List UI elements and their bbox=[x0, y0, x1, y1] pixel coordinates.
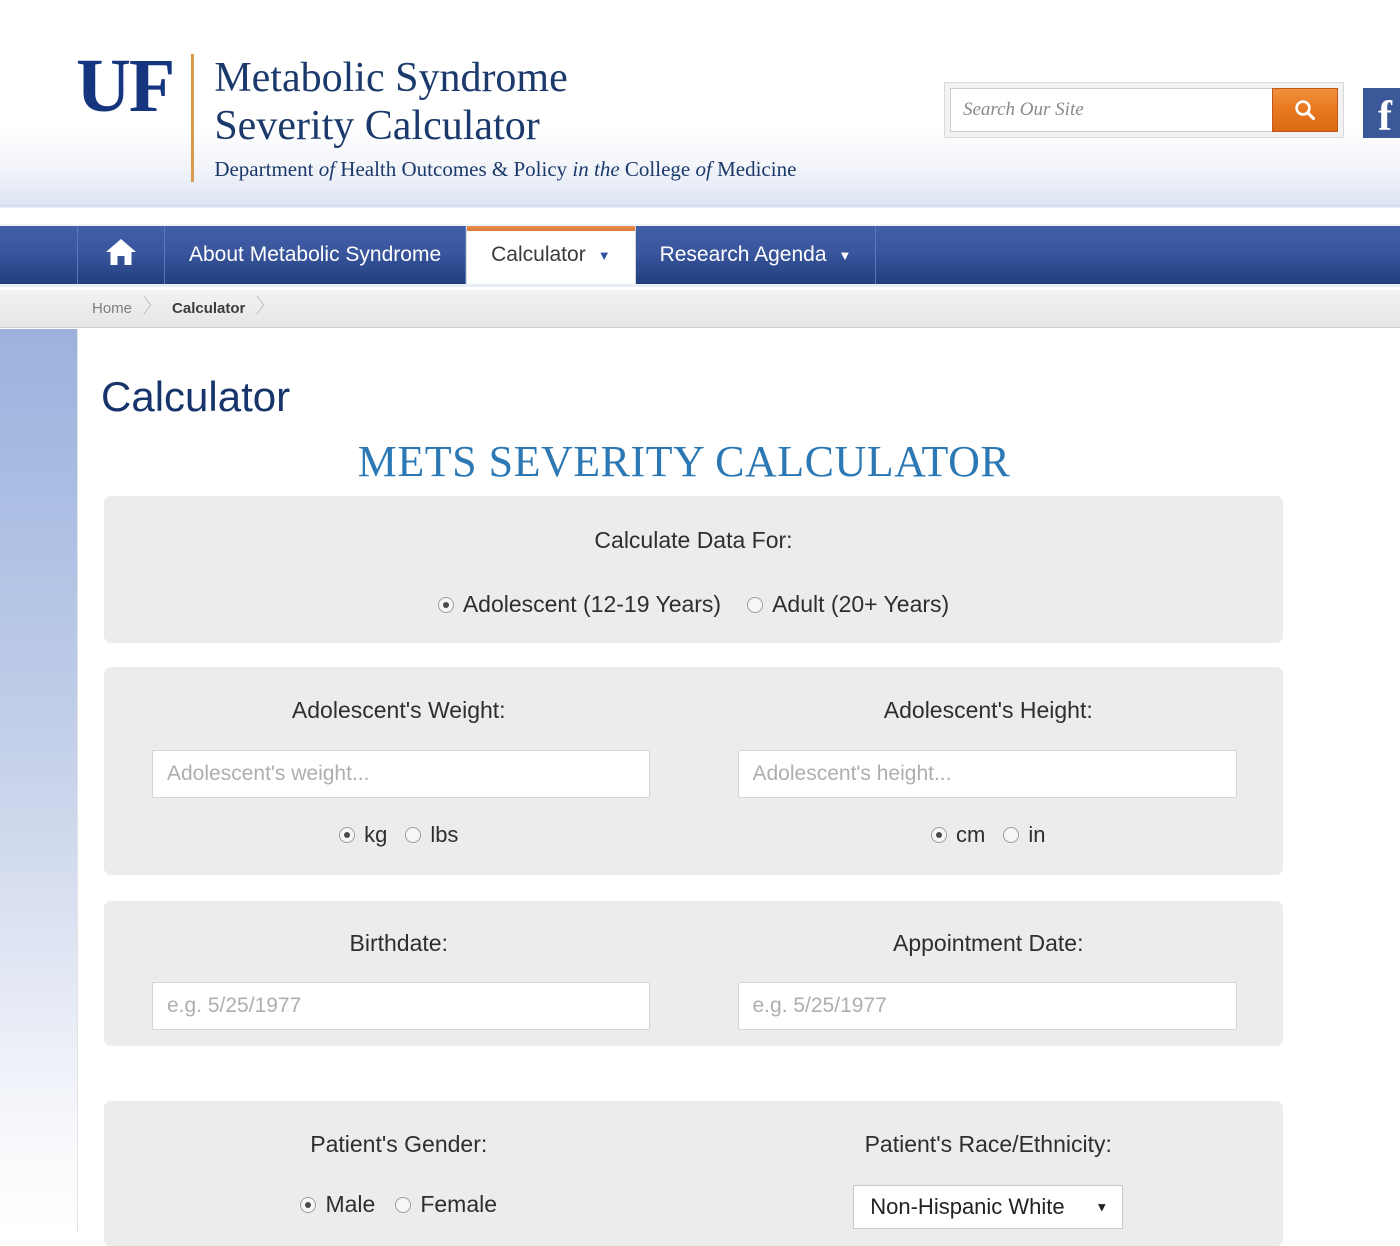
race-ethnicity-column: Patient's Race/Ethnicity: Non-Hispanic W… bbox=[694, 1101, 1284, 1229]
height-column: Adolescent's Height: cm in bbox=[694, 667, 1284, 848]
calculator-heading: METS SEVERITY CALCULATOR bbox=[357, 437, 1011, 486]
nav-label: About Metabolic Syndrome bbox=[189, 243, 442, 266]
weight-input[interactable] bbox=[152, 750, 650, 798]
nav-left-spacer bbox=[0, 226, 78, 284]
tagline-part-b: Health Outcomes & Policy bbox=[335, 157, 573, 181]
tagline-of-1: of bbox=[318, 157, 336, 181]
page-title: Calculator bbox=[101, 373, 291, 420]
radio-indicator[interactable] bbox=[437, 596, 454, 613]
radio-adult[interactable]: Adult (20+ Years) bbox=[747, 591, 949, 618]
tagline-part-a: Department bbox=[214, 157, 319, 181]
radio-indicator[interactable] bbox=[1003, 827, 1020, 843]
tagline-part-d: Medicine bbox=[711, 157, 797, 181]
main-content: Calculator METS SEVERITY CALCULATOR Calc… bbox=[79, 329, 1400, 1246]
appointment-date-input[interactable] bbox=[737, 982, 1237, 1030]
height-label: Adolescent's Height: bbox=[883, 697, 1093, 723]
radio-adolescent[interactable]: Adolescent (12-19 Years) bbox=[437, 591, 722, 618]
brand-title-block: Metabolic Syndrome Severity Calculator D… bbox=[214, 48, 796, 182]
nav-item-calculator[interactable]: Calculator ▼ bbox=[466, 226, 636, 284]
chevron-down-icon: ▼ bbox=[1095, 1199, 1109, 1215]
radio-gender-male[interactable]: Male bbox=[300, 1191, 375, 1218]
birthdate-label: Birthdate: bbox=[349, 930, 448, 956]
brand-line-2: Severity Calculator bbox=[214, 103, 540, 149]
search-button[interactable] bbox=[1272, 88, 1338, 132]
radio-label: in bbox=[1028, 822, 1046, 847]
audience-radio-group: Adolescent (12-19 Years) Adult (20+ Year… bbox=[104, 591, 1283, 618]
radio-weight-kg[interactable]: kg bbox=[339, 822, 387, 848]
brand-lockup[interactable]: UF Metabolic Syndrome Severity Calculato… bbox=[76, 48, 796, 182]
home-icon bbox=[104, 237, 138, 273]
radio-indicator[interactable] bbox=[931, 827, 948, 843]
weight-column: Adolescent's Weight: kg lbs bbox=[104, 667, 694, 848]
appointment-date-column: Appointment Date: bbox=[694, 901, 1284, 1030]
radio-indicator[interactable] bbox=[300, 1196, 317, 1213]
breadcrumb: Home Calculator bbox=[0, 290, 1400, 328]
brand-divider bbox=[191, 54, 195, 182]
gender-radio-group: Male Female bbox=[104, 1191, 694, 1218]
radio-height-cm[interactable]: cm bbox=[931, 822, 985, 848]
birthdate-column: Birthdate: bbox=[104, 901, 694, 1030]
radio-indicator[interactable] bbox=[395, 1196, 412, 1213]
nav-label: Research Agenda bbox=[659, 243, 827, 266]
breadcrumb-item-calculator[interactable]: Calculator bbox=[158, 290, 271, 328]
nav-filler bbox=[876, 226, 1400, 284]
radio-label: Female bbox=[420, 1191, 498, 1217]
site-header: UF Metabolic Syndrome Severity Calculato… bbox=[0, 0, 1400, 207]
radio-label: cm bbox=[956, 822, 986, 847]
radio-indicator[interactable] bbox=[405, 827, 422, 843]
race-ethnicity-label: Patient's Race/Ethnicity: bbox=[864, 1131, 1112, 1157]
header-divider bbox=[0, 205, 1400, 208]
radio-weight-lbs[interactable]: lbs bbox=[405, 822, 458, 848]
weight-unit-radio-group: kg lbs bbox=[104, 822, 694, 848]
gender-label: Patient's Gender: bbox=[310, 1131, 488, 1157]
facebook-glyph: f bbox=[1378, 94, 1392, 140]
height-unit-radio-group: cm in bbox=[694, 822, 1284, 848]
radio-height-in[interactable]: in bbox=[1003, 822, 1045, 848]
left-sidebar-rail bbox=[0, 329, 78, 1232]
chevron-down-icon: ▼ bbox=[838, 247, 852, 263]
site-search bbox=[944, 82, 1344, 138]
chevron-down-icon: ▼ bbox=[597, 247, 611, 263]
brand-tagline: Department of Health Outcomes & Policy i… bbox=[214, 156, 796, 182]
breadcrumb-item-home[interactable]: Home bbox=[78, 290, 158, 328]
weight-label: Adolescent's Weight: bbox=[291, 697, 506, 723]
tagline-of-2: of bbox=[695, 157, 712, 181]
tagline-in-the: in the bbox=[572, 157, 620, 181]
panel-dates: Birthdate: Appointment Date: bbox=[104, 901, 1283, 1046]
brand-line-1: Metabolic Syndrome bbox=[214, 55, 568, 101]
panel-demographics: Patient's Gender: Male Female Patient's … bbox=[104, 1101, 1283, 1246]
height-input[interactable] bbox=[737, 750, 1237, 798]
search-icon bbox=[1292, 97, 1318, 123]
facebook-icon[interactable]: f bbox=[1363, 88, 1400, 138]
panel-calculate-data-for: Calculate Data For: Adolescent (12-19 Ye… bbox=[104, 496, 1283, 643]
radio-indicator[interactable] bbox=[747, 596, 764, 613]
nav-item-home[interactable] bbox=[78, 226, 165, 284]
radio-label: kg bbox=[364, 822, 388, 847]
radio-label: Adult (20+ Years) bbox=[772, 591, 950, 617]
gender-column: Patient's Gender: Male Female bbox=[104, 1101, 694, 1229]
tagline-part-c: College bbox=[619, 157, 696, 181]
uf-logo: UF bbox=[76, 44, 175, 128]
radio-label: Male bbox=[325, 1191, 376, 1217]
race-ethnicity-select[interactable]: Non-Hispanic White ▼ bbox=[853, 1185, 1124, 1229]
radio-indicator[interactable] bbox=[339, 827, 356, 843]
appointment-date-label: Appointment Date: bbox=[892, 930, 1084, 956]
race-ethnicity-selected-value: Non-Hispanic White bbox=[870, 1194, 1065, 1219]
calculate-data-for-label: Calculate Data For: bbox=[594, 527, 793, 553]
nav-label: Calculator bbox=[491, 243, 586, 266]
nav-item-research-agenda[interactable]: Research Agenda ▼ bbox=[636, 226, 877, 284]
search-input[interactable] bbox=[950, 88, 1272, 132]
main-navigation: About Metabolic Syndrome Calculator ▼ Re… bbox=[0, 224, 1400, 287]
radio-label: lbs bbox=[430, 822, 459, 847]
radio-gender-female[interactable]: Female bbox=[395, 1191, 497, 1218]
panel-measurements: Adolescent's Weight: kg lbs Adolescen bbox=[104, 667, 1283, 875]
birthdate-input[interactable] bbox=[152, 982, 650, 1030]
nav-item-about-metabolic-syndrome[interactable]: About Metabolic Syndrome bbox=[165, 226, 467, 284]
radio-label: Adolescent (12-19 Years) bbox=[462, 591, 722, 617]
